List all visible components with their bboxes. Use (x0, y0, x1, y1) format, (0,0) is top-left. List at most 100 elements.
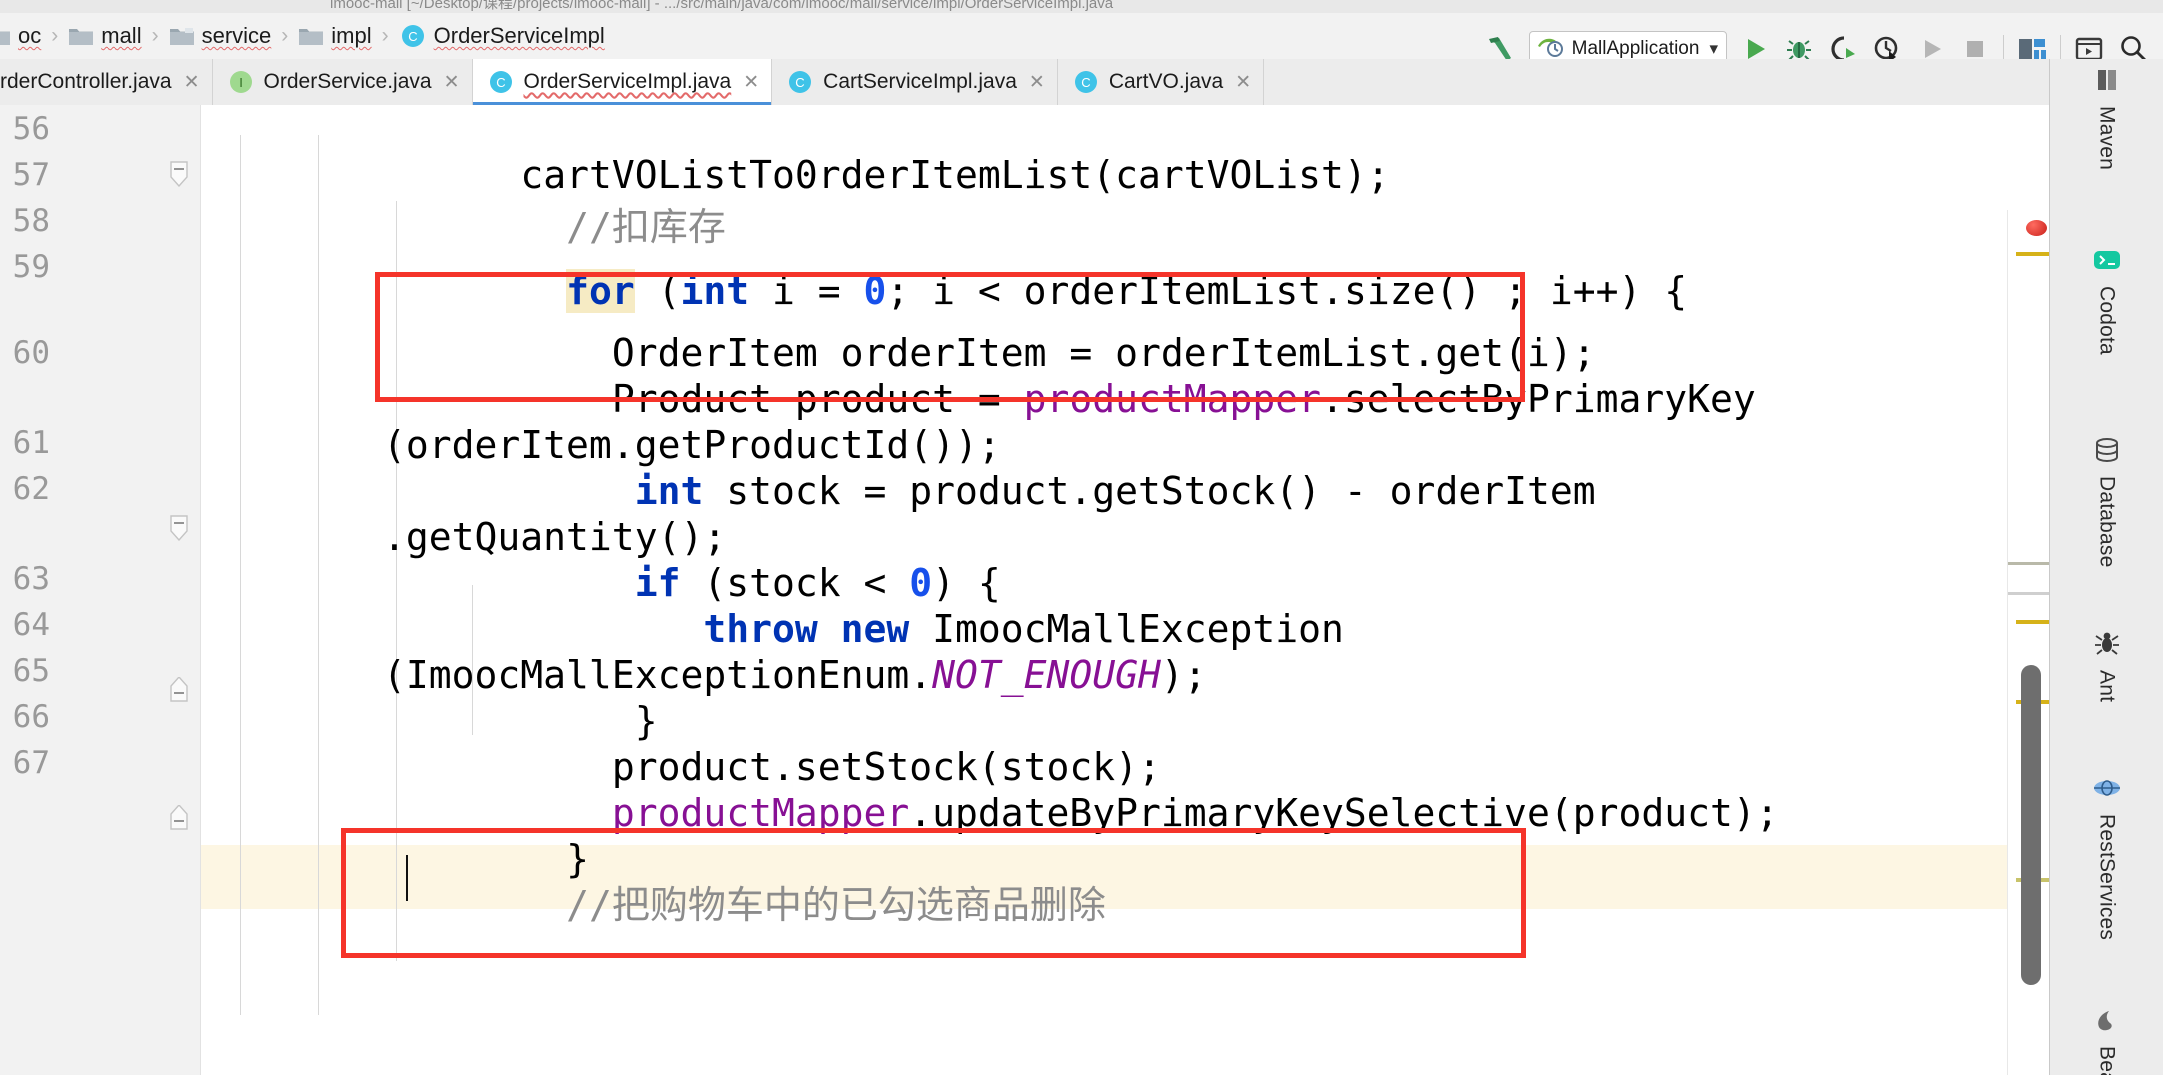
line-number: 63 (12, 561, 50, 597)
tool-window-label: Ant (2095, 670, 2119, 703)
class-icon: C (487, 68, 515, 96)
tool-window-maven[interactable]: Maven (2050, 67, 2163, 170)
vertical-scrollbar-thumb[interactable] (2021, 665, 2041, 985)
svg-text:C: C (795, 75, 804, 90)
window-title-bar: imooc-mall [~/Desktop/课程/projects/imooc-… (0, 0, 2163, 13)
line-number: 64 (12, 607, 50, 643)
line-number: 61 (12, 425, 50, 461)
tab-label: rderController.java (0, 70, 172, 93)
fold-marker[interactable] (168, 515, 190, 542)
breadcrumb-separator: › (381, 24, 389, 47)
code-content[interactable]: cartVOListTo0rderItemList(cartVOList); /… (200, 105, 2008, 1075)
line-number: 56 (12, 111, 50, 147)
tab-label: OrderServiceImpl.java (523, 70, 732, 93)
tool-window-label: Codota (2095, 286, 2119, 355)
breadcrumb: oc › mall › service › impl › C OrderServ… (0, 13, 608, 59)
close-icon[interactable]: ✕ (184, 73, 200, 92)
line-number: 66 (12, 699, 50, 735)
line-number: 59 (12, 249, 50, 285)
interface-icon: I (227, 68, 255, 96)
breadcrumb-label: impl (331, 23, 372, 48)
line-number: 67 (12, 745, 50, 781)
code-text: //把购物车中的已勾选商品删除 (566, 883, 1106, 927)
code-line: //扣库存 (200, 131, 2008, 249)
tab-order-controller[interactable]: rderController.java ✕ (0, 59, 213, 105)
warning-marker[interactable] (2016, 620, 2050, 624)
svg-text:C: C (496, 75, 505, 90)
editor-gutter[interactable]: 56 57 58 59 60 61 62 63 64 65 66 67 (0, 105, 201, 1075)
breadcrumb-item-impl[interactable]: impl (295, 13, 374, 59)
tab-cart-vo[interactable]: C CartVO.java ✕ (1057, 59, 1265, 105)
ant-icon (2093, 631, 2121, 662)
breadcrumb-label: oc (18, 23, 42, 48)
fold-marker[interactable] (168, 803, 190, 830)
database-icon (2093, 437, 2121, 468)
code-line: for (int i = 0; i < orderItemList.size()… (566, 269, 1688, 313)
editor-tab-bar: rderController.java ✕ I OrderService.jav… (0, 59, 2163, 106)
close-icon[interactable]: ✕ (743, 73, 759, 92)
close-icon[interactable]: ✕ (1029, 73, 1045, 92)
folder-icon (169, 25, 195, 47)
right-tool-window-bar: Maven Codota Database Ant RestServices (2049, 59, 2163, 1075)
tool-window-codota[interactable]: Codota (2050, 247, 2163, 355)
tab-order-service-impl[interactable]: C OrderServiceImpl.java ✕ (472, 59, 773, 105)
tool-window-label: Bean Validation (2095, 1046, 2119, 1075)
folder-icon (68, 25, 94, 47)
folder-icon (0, 25, 11, 47)
breadcrumb-item-service[interactable]: service (166, 13, 275, 59)
folder-icon (298, 25, 324, 47)
line-number: 62 (12, 471, 50, 507)
breadcrumb-separator: › (281, 24, 289, 47)
tab-label: CartVO.java (1108, 70, 1224, 93)
text-caret (406, 855, 408, 901)
tab-label: OrderService.java (263, 70, 432, 93)
svg-text:C: C (408, 29, 417, 44)
line-number: 58 (12, 203, 50, 239)
line-number: 57 (12, 157, 50, 193)
codota-icon (2092, 247, 2122, 278)
tool-window-label: Database (2095, 476, 2119, 568)
svg-text:I: I (239, 75, 243, 90)
rest-services-icon (2092, 775, 2122, 806)
line-number: 60 (12, 335, 50, 371)
svg-text:C: C (1081, 75, 1090, 90)
breadcrumb-item-mall[interactable]: mall (65, 13, 144, 59)
maven-icon (2094, 67, 2120, 98)
tool-window-database[interactable]: Database (2050, 437, 2163, 568)
class-icon: C (399, 22, 427, 50)
fold-marker[interactable] (168, 675, 190, 702)
tool-window-bean-validation[interactable]: Bean Validation (2050, 1007, 2163, 1075)
class-icon: C (1072, 68, 1100, 96)
breadcrumb-label: mall (101, 23, 142, 48)
change-marker[interactable] (2008, 562, 2050, 565)
navigation-bar: oc › mall › service › impl › C OrderServ… (0, 13, 2163, 67)
code-line: //把购物车中的已勾选商品删除 (200, 809, 2008, 927)
bean-validation-icon (2093, 1007, 2121, 1038)
tool-window-label: Maven (2095, 106, 2119, 171)
fold-marker[interactable] (168, 161, 190, 188)
run-configuration-name: MallApplication (1571, 38, 1700, 59)
code-editor[interactable]: 56 57 58 59 60 61 62 63 64 65 66 67 cart… (0, 105, 2163, 1075)
breadcrumb-separator: › (151, 24, 159, 47)
breadcrumb-separator: › (51, 24, 59, 47)
tool-window-label: RestServices (2095, 814, 2119, 941)
error-marker-icon[interactable] (2026, 220, 2047, 236)
breadcrumb-item-oc[interactable]: oc (0, 13, 44, 59)
tab-order-service[interactable]: I OrderService.java ✕ (212, 59, 473, 105)
close-icon[interactable]: ✕ (444, 73, 460, 92)
intellij-idea-window: imooc-mall [~/Desktop/课程/projects/imooc-… (0, 0, 2163, 1075)
class-icon: C (786, 68, 814, 96)
breadcrumb-item-orderserviceimpl[interactable]: C OrderServiceImpl (396, 13, 608, 59)
breadcrumb-label: OrderServiceImpl (433, 23, 605, 48)
window-title: imooc-mall [~/Desktop/课程/projects/imooc-… (330, 0, 1114, 12)
close-icon[interactable]: ✕ (1235, 73, 1251, 92)
tab-cart-service-impl[interactable]: C CartServiceImpl.java ✕ (772, 59, 1058, 105)
change-marker[interactable] (2008, 592, 2050, 595)
tool-window-rest-services[interactable]: RestServices (2050, 775, 2163, 940)
tool-window-ant[interactable]: Ant (2050, 631, 2163, 702)
chevron-down-icon[interactable]: ▾ (1709, 39, 1718, 59)
warning-marker[interactable] (2016, 252, 2050, 256)
line-number: 65 (12, 653, 50, 689)
breadcrumb-label: service (201, 23, 272, 48)
tab-label: CartServiceImpl.java (823, 70, 1017, 93)
